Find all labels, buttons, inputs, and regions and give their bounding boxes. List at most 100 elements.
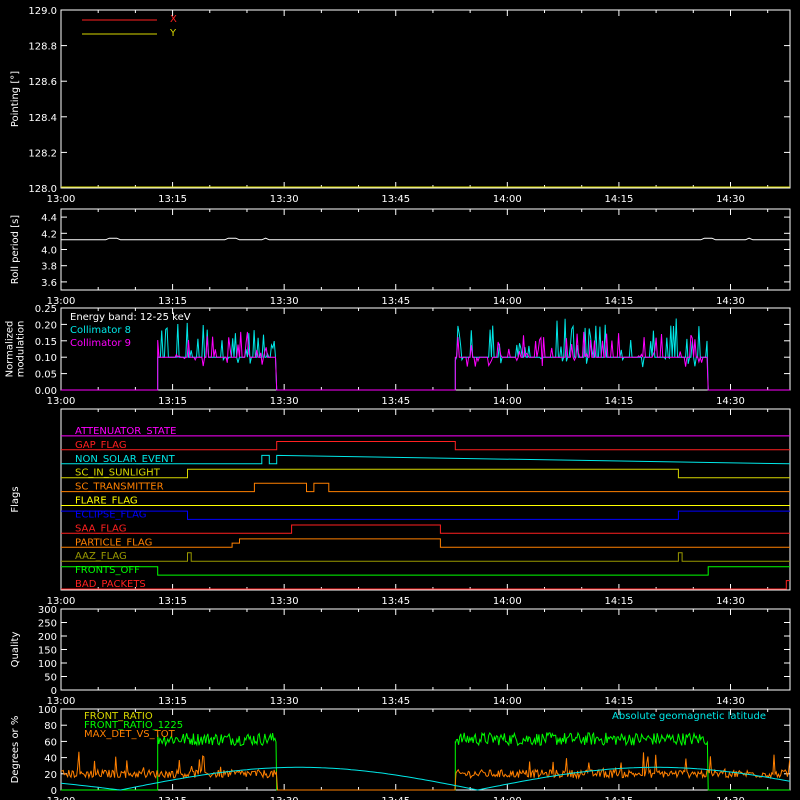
y-axis-label: Degrees or % xyxy=(10,716,21,784)
legend-max-det-vs-tot: MAX_DET_VS_TOT xyxy=(84,729,176,740)
time-tick-label: 13:15 xyxy=(158,194,187,205)
time-tick-label: 13:15 xyxy=(158,696,187,707)
flag-trace-aaz-flag xyxy=(61,552,790,562)
y-tick-label: 100 xyxy=(38,705,57,716)
y-tick-label: 80 xyxy=(44,721,57,732)
roll-period-series xyxy=(61,237,790,241)
y-tick-label: 4.2 xyxy=(41,229,57,240)
y-tick-label: 128.2 xyxy=(28,148,57,159)
time-tick-label: 14:00 xyxy=(493,194,522,205)
legend-label-x: X xyxy=(170,14,177,25)
flag-trace-sc-in-sunlight xyxy=(61,468,790,479)
y-tick-label: 3.6 xyxy=(41,278,57,289)
y-tick-label: 128.4 xyxy=(28,113,57,124)
flag-label-flare-flag: FLARE_FLAG xyxy=(75,496,138,507)
y-tick-label: 0.10 xyxy=(35,353,57,364)
panel-frame-1 xyxy=(60,208,791,291)
flag-label-non-solar-event: NON_SOLAR_EVENT xyxy=(75,454,176,465)
time-tick-label: 13:00 xyxy=(47,396,76,407)
panel-frame-4 xyxy=(60,608,791,691)
flag-trace-fronts-off xyxy=(61,566,790,576)
time-tick-label: 14:15 xyxy=(604,396,633,407)
y-tick-label: 40 xyxy=(44,754,57,765)
time-tick-label: 14:30 xyxy=(716,596,745,607)
flag-label-sc-in-sunlight: SC_IN_SUNLIGHT xyxy=(75,468,161,479)
y-tick-label: 150 xyxy=(38,646,57,657)
flag-trace-sc-transmitter xyxy=(61,482,790,493)
time-tick-label: 14:00 xyxy=(493,396,522,407)
time-tick-label: 13:30 xyxy=(270,194,299,205)
time-tick-label: 13:30 xyxy=(270,296,299,307)
y-tick-label: 100 xyxy=(38,659,57,670)
flag-label-sc-transmitter: SC_TRANSMITTER xyxy=(75,482,164,493)
time-tick-label: 14:00 xyxy=(493,596,522,607)
y-tick-label: 0.25 xyxy=(35,304,57,315)
collimator-9-series xyxy=(61,331,790,391)
y-tick-label: 0 xyxy=(51,786,57,797)
flag-label-particle-flag: PARTICLE_FLAG xyxy=(75,537,152,548)
time-tick-label: 13:45 xyxy=(381,596,410,607)
time-tick-label: 14:30 xyxy=(716,194,745,205)
y-tick-label: 3.8 xyxy=(41,262,57,273)
y-tick-label: 0.20 xyxy=(35,320,57,331)
time-tick-label: 13:15 xyxy=(158,296,187,307)
time-tick-label: 14:30 xyxy=(716,796,745,800)
y-tick-label: 20 xyxy=(44,770,57,781)
y-tick-label: 0.15 xyxy=(35,337,57,348)
time-tick-label: 13:15 xyxy=(158,596,187,607)
y-tick-label: 4.0 xyxy=(41,246,57,257)
front-ratio-1225-series xyxy=(61,731,790,791)
flag-trace-particle-flag xyxy=(61,538,790,548)
y-axis-label: Pointing [°] xyxy=(10,71,21,127)
time-tick-label: 13:30 xyxy=(270,596,299,607)
y-tick-label: 4.4 xyxy=(41,213,57,224)
y-tick-label: 128.6 xyxy=(28,77,57,88)
time-tick-label: 13:45 xyxy=(381,296,410,307)
flag-label-aaz-flag: AAZ_FLAG xyxy=(75,551,127,562)
legend-collimator-8: Collimator 8 xyxy=(70,325,131,336)
y-tick-label: 128.8 xyxy=(28,42,57,53)
flag-trace-saa-flag xyxy=(61,524,790,534)
time-tick-label: 13:45 xyxy=(381,696,410,707)
flag-label-saa-flag: SAA_FLAG xyxy=(75,523,126,534)
rhessi-quicklook-figure: 13:00 13:15 13:30 13:45 14:00 14:15 14:30 128.0… xyxy=(5,6,791,800)
time-tick-label: 14:15 xyxy=(604,296,633,307)
y-tick-label: 50 xyxy=(44,673,57,684)
time-tick-label: 13:45 xyxy=(381,194,410,205)
time-tick-label: 14:15 xyxy=(604,796,633,800)
time-tick-label: 14:30 xyxy=(716,396,745,407)
flag-trace-gap-flag xyxy=(61,441,790,451)
time-tick-label: 14:00 xyxy=(493,696,522,707)
time-tick-label: 14:15 xyxy=(604,194,633,205)
time-tick-label: 13:45 xyxy=(381,396,410,407)
y-axis-label: Normalized xyxy=(5,321,16,378)
legend-energy-band: Energy band: 12-25 keV xyxy=(70,312,191,323)
y-axis-label: Roll period [s] xyxy=(10,215,21,284)
time-tick-label: 13:15 xyxy=(158,396,187,407)
time-tick-label: 14:30 xyxy=(716,296,745,307)
time-tick-label: 13:30 xyxy=(270,396,299,407)
y-tick-label: 129.0 xyxy=(28,6,57,17)
legend-collimator-9: Collimator 9 xyxy=(70,338,131,349)
time-tick-label: 14:30 xyxy=(716,696,745,707)
max-det-vs-tot-series xyxy=(60,751,791,791)
y-axis-label: Flags xyxy=(10,486,21,512)
flag-trace-eclipse-flag xyxy=(61,510,790,520)
time-tick-label: 14:15 xyxy=(604,596,633,607)
flag-trace-bad-packets xyxy=(61,580,790,590)
time-tick-label: 14:00 xyxy=(493,296,522,307)
time-tick-label: 13:00 xyxy=(47,194,76,205)
y-tick-label: 60 xyxy=(44,737,57,748)
time-tick-label: 14:15 xyxy=(604,696,633,707)
time-tick-label: 13:45 xyxy=(381,796,410,800)
flag-label-gap-flag: GAP_FLAG xyxy=(75,440,127,451)
time-tick-label: 13:30 xyxy=(270,696,299,707)
y-axis-label: Quality xyxy=(10,632,21,668)
y-axis-label: modulation xyxy=(16,321,27,378)
time-tick-label: 13:30 xyxy=(270,796,299,800)
y-tick-label: 200 xyxy=(38,632,57,643)
y-tick-label: 128.0 xyxy=(28,184,57,195)
legend-label-y: Y xyxy=(169,28,177,39)
y-tick-label: 300 xyxy=(38,605,57,616)
y-tick-label: 0 xyxy=(51,686,57,697)
